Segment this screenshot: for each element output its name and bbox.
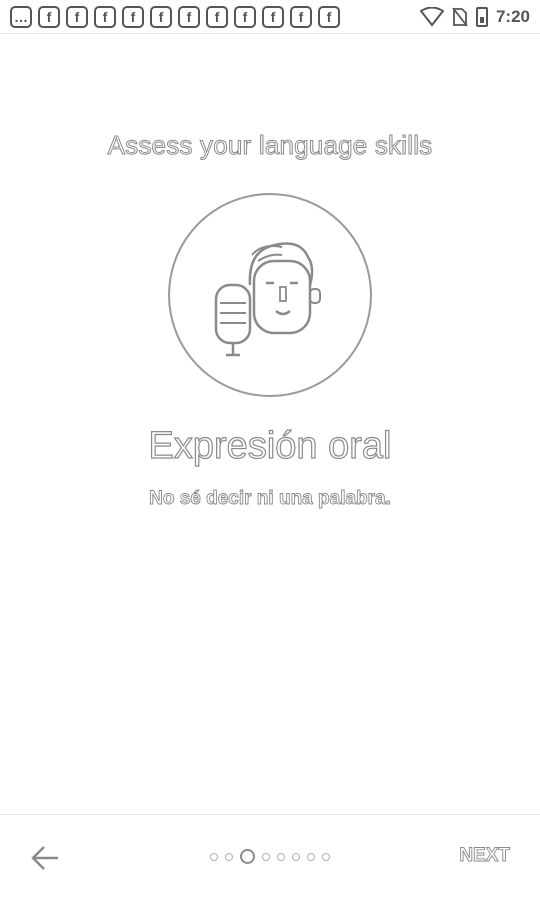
next-button[interactable]: NEXT <box>459 845 511 867</box>
speaking-person-microphone-icon <box>214 242 321 357</box>
battery-icon <box>475 6 488 27</box>
clock: 7:20 <box>495 6 530 26</box>
status-bar: … f f f f f f f f f f f 7:20 <box>0 0 540 34</box>
page-heading: Assess your language skills <box>107 130 433 161</box>
chat-icon: … <box>10 5 32 28</box>
page-dot <box>307 852 315 861</box>
page-dot <box>225 852 233 861</box>
page-dot <box>277 852 285 861</box>
facebook-icon: f <box>122 5 144 28</box>
skill-title: Expresión oral <box>148 424 392 467</box>
facebook-icon: f <box>150 5 172 28</box>
page-dot-active <box>240 849 255 864</box>
facebook-icon: f <box>178 5 200 28</box>
no-sim-icon <box>452 6 468 27</box>
system-icons: 7:20 <box>419 6 530 27</box>
notification-icons: … f f f f f f f f f f f <box>10 5 340 28</box>
skill-subtitle: No sé decir ni una palabra. <box>149 488 392 510</box>
facebook-icon: f <box>206 5 228 28</box>
bottom-navigation-bar: NEXT <box>0 814 540 898</box>
page-dot <box>322 852 330 861</box>
facebook-icon: f <box>234 5 256 28</box>
facebook-icon: f <box>94 5 116 28</box>
page-dot <box>210 852 218 861</box>
wifi-icon <box>419 6 444 27</box>
facebook-icon: f <box>66 5 88 28</box>
page-dot <box>292 852 300 861</box>
facebook-icon: f <box>262 5 284 28</box>
facebook-icon: f <box>290 5 312 28</box>
skill-illustration <box>168 193 372 397</box>
page-dot <box>262 852 270 861</box>
facebook-icon: f <box>38 5 60 28</box>
facebook-icon: f <box>318 5 340 28</box>
